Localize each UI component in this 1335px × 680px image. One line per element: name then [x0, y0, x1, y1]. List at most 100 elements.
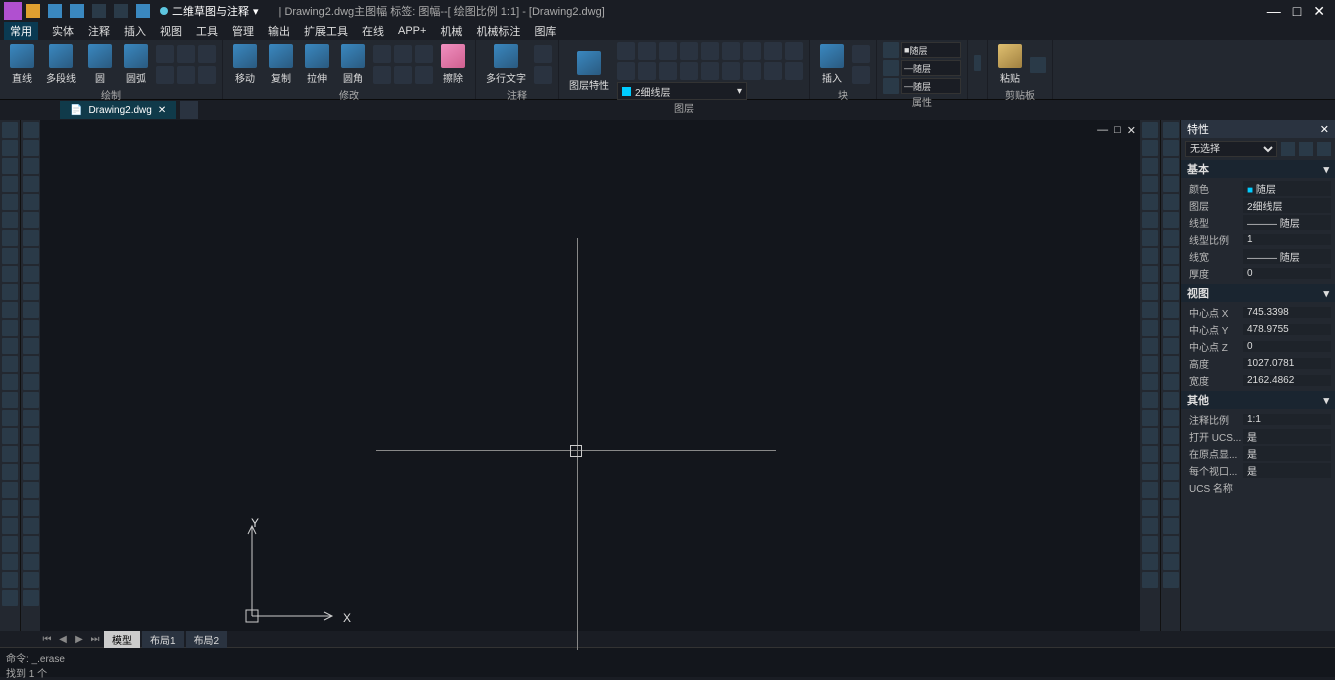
line-button[interactable]: 直线	[6, 42, 38, 87]
tool-icon[interactable]	[1142, 176, 1158, 192]
tool-icon[interactable]	[2, 428, 18, 444]
tool-icon[interactable]	[23, 374, 39, 390]
tool-icon[interactable]	[1163, 320, 1179, 336]
tool-icon[interactable]	[23, 158, 39, 174]
layout2-tab[interactable]: 布局2	[186, 631, 228, 648]
paste-button[interactable]: 粘贴	[994, 42, 1026, 87]
minimize-button[interactable]: —	[1267, 3, 1281, 20]
move-button[interactable]: 移动	[229, 42, 261, 87]
tab-tools[interactable]: 工具	[196, 23, 218, 39]
layer-state-icons[interactable]	[617, 42, 803, 60]
tool-icon[interactable]	[1142, 410, 1158, 426]
maximize-button[interactable]: □	[1293, 3, 1301, 20]
erase-button[interactable]: 擦除	[437, 42, 469, 87]
tab-view[interactable]: 视图	[160, 23, 182, 39]
tool-icon[interactable]	[23, 212, 39, 228]
tab-output[interactable]: 输出	[268, 23, 290, 39]
tool-icon[interactable]	[1142, 536, 1158, 552]
tool-icon[interactable]	[1163, 302, 1179, 318]
tool-icon[interactable]	[2, 464, 18, 480]
tool-icon[interactable]	[1163, 446, 1179, 462]
tool-icon[interactable]	[2, 410, 18, 426]
tool-icon[interactable]	[1163, 176, 1179, 192]
tool-icon[interactable]	[23, 194, 39, 210]
prop-value-cy[interactable]: 478.9755	[1243, 324, 1331, 335]
tool-icon[interactable]	[1142, 194, 1158, 210]
prop-value-cx[interactable]: 745.3398	[1243, 307, 1331, 318]
tool-icon[interactable]	[23, 140, 39, 156]
tool-icon[interactable]	[2, 230, 18, 246]
tool-icon[interactable]	[23, 590, 39, 606]
tool-icon[interactable]	[23, 410, 39, 426]
tool-icon[interactable]	[1163, 428, 1179, 444]
tool-icon[interactable]	[1142, 500, 1158, 516]
tab-ext[interactable]: 扩展工具	[304, 23, 348, 39]
doc-minimize-icon[interactable]: —	[1097, 124, 1108, 137]
tool-icon[interactable]	[1163, 230, 1179, 246]
util-icon[interactable]	[974, 55, 981, 71]
prop-value-cz[interactable]: 0	[1243, 341, 1331, 352]
section-view[interactable]: 视图▾	[1181, 284, 1335, 302]
prop-value-ltscale[interactable]: 1	[1243, 234, 1331, 245]
copy-button[interactable]: 复制	[265, 42, 297, 87]
select-icon[interactable]	[1317, 142, 1331, 156]
tool-icon[interactable]	[1163, 194, 1179, 210]
tool-icon[interactable]	[2, 212, 18, 228]
tool-icon[interactable]	[23, 482, 39, 498]
tool-icon[interactable]	[1142, 464, 1158, 480]
stretch-button[interactable]: 拉伸	[301, 42, 333, 87]
tool-icon[interactable]	[1142, 140, 1158, 156]
tab-solid[interactable]: 实体	[52, 23, 74, 39]
prop-value-annoscale[interactable]: 1:1	[1243, 414, 1331, 425]
tool-icon[interactable]	[2, 482, 18, 498]
layer-selector[interactable]: 2细线层▾	[617, 82, 747, 100]
arc-button[interactable]: 圆弧	[120, 42, 152, 87]
tool-icon[interactable]	[1163, 554, 1179, 570]
tool-icon[interactable]	[23, 356, 39, 372]
fillet-button[interactable]: 圆角	[337, 42, 369, 87]
tool-icon[interactable]	[1142, 482, 1158, 498]
tool-icon[interactable]	[1163, 572, 1179, 588]
tool-icon[interactable]	[1142, 518, 1158, 534]
tool-icon[interactable]	[23, 320, 39, 336]
save-icon[interactable]	[48, 4, 62, 18]
polyline-button[interactable]: 多段线	[42, 42, 80, 87]
tool-icon[interactable]	[1163, 410, 1179, 426]
lweight-selector[interactable]: — 随层	[901, 60, 961, 76]
tool-icon[interactable]	[1142, 158, 1158, 174]
tool-icon[interactable]	[1163, 356, 1179, 372]
tool-icon[interactable]	[2, 158, 18, 174]
tool-icon[interactable]	[23, 500, 39, 516]
section-other[interactable]: 其他▾	[1181, 391, 1335, 409]
tool-icon[interactable]	[1163, 500, 1179, 516]
prop-value-layer[interactable]: 2细线层	[1243, 198, 1331, 213]
tool-icon[interactable]	[2, 176, 18, 192]
tab-nav-first[interactable]: ⏮	[40, 634, 54, 645]
panel-close-icon[interactable]: ✕	[1320, 123, 1329, 136]
prop-value-lweight[interactable]: ——— 随层	[1243, 249, 1331, 264]
tool-icon[interactable]	[1163, 158, 1179, 174]
tool-icon[interactable]	[2, 284, 18, 300]
tab-nav-last[interactable]: ⏭	[88, 634, 102, 645]
tool-icon[interactable]	[1142, 302, 1158, 318]
circle-button[interactable]: 圆	[84, 42, 116, 87]
tool-icon[interactable]	[2, 140, 18, 156]
layerprops-button[interactable]: 图层特性	[565, 49, 613, 94]
insert-button[interactable]: 插入	[816, 42, 848, 87]
tab-lib[interactable]: 图库	[534, 23, 556, 39]
tool-icon[interactable]	[2, 392, 18, 408]
tool-icon[interactable]	[1163, 212, 1179, 228]
redo-icon[interactable]	[114, 4, 128, 18]
prop-value-height[interactable]: 1027.0781	[1243, 358, 1331, 369]
prop-value-perview[interactable]: 是	[1243, 463, 1331, 478]
tool-icon[interactable]	[1142, 230, 1158, 246]
tool-icon[interactable]	[2, 554, 18, 570]
color-selector[interactable]: ■ 随层	[901, 42, 961, 58]
tool-icon[interactable]	[2, 572, 18, 588]
drawing-canvas[interactable]: —□✕ Y X	[40, 120, 1140, 631]
tool-icon[interactable]	[2, 320, 18, 336]
tab-manage[interactable]: 管理	[232, 23, 254, 39]
prop-value-color[interactable]: 随层	[1243, 181, 1331, 196]
tool-icon[interactable]	[1163, 122, 1179, 138]
tool-icon[interactable]	[2, 248, 18, 264]
